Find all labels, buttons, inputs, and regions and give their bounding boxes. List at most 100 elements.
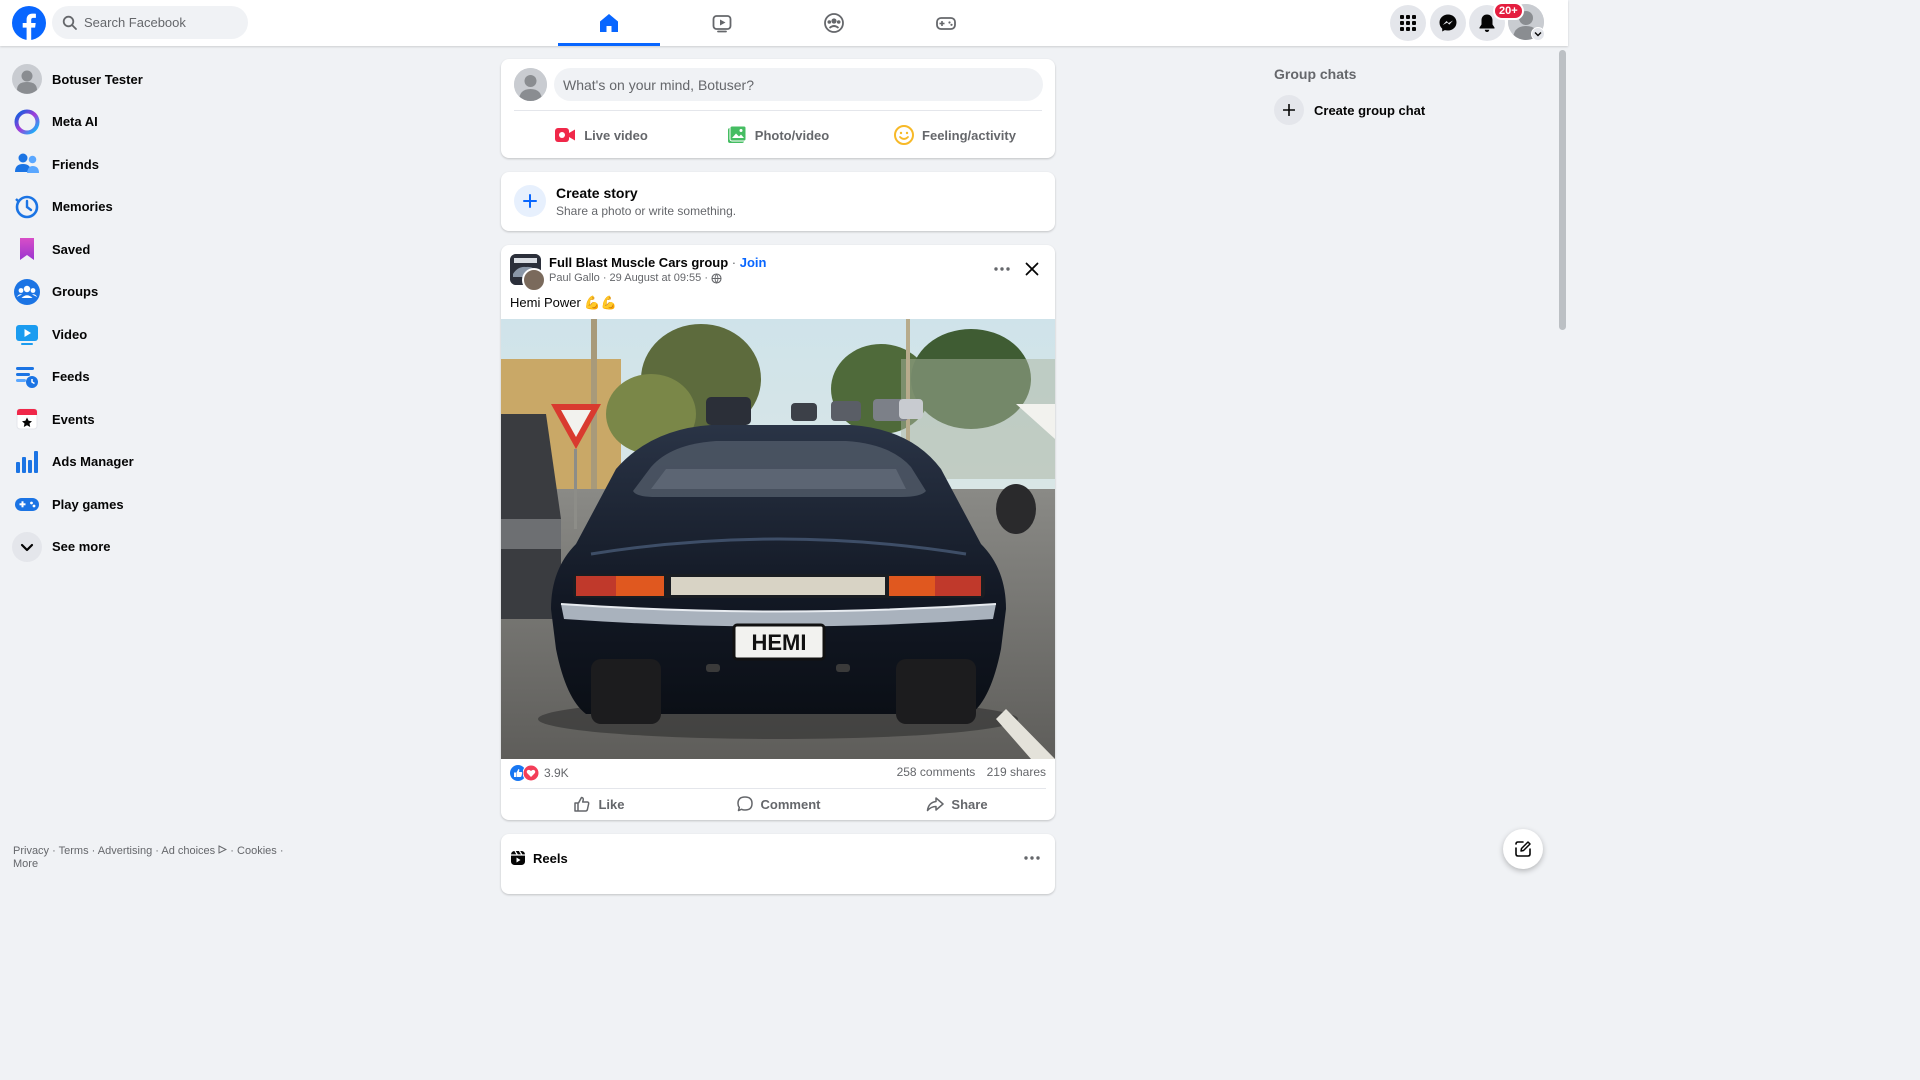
reels-title: Reels <box>533 851 568 866</box>
top-bar: 20+ <box>0 0 1568 46</box>
feeling-activity-button[interactable]: Feeling/activity <box>870 120 1040 150</box>
thumbs-up-icon <box>574 796 590 812</box>
more-horizontal-icon <box>994 267 1010 271</box>
composer-input[interactable] <box>554 68 1043 101</box>
join-group-button[interactable]: Join <box>740 255 767 270</box>
sidebar-item-label: Botuser Tester <box>52 71 143 87</box>
group-chats-heading: Group chats <box>1274 66 1357 82</box>
messenger-icon <box>1439 14 1457 32</box>
sidebar-item-label: Saved <box>52 241 91 257</box>
reels-icon <box>511 850 525 865</box>
composer-divider <box>514 110 1042 111</box>
account-caret[interactable] <box>1531 27 1545 41</box>
photo-icon <box>727 125 747 143</box>
post-header-title: Full Blast Muscle Cars group · Join <box>549 255 766 270</box>
cookies-link[interactable]: Cookies <box>237 845 277 857</box>
more-horizontal-icon <box>1024 856 1040 860</box>
menu-button[interactable] <box>1390 5 1426 41</box>
sidebar-item-label: Meta AI <box>52 114 98 130</box>
sidebar-item-label: Events <box>52 411 95 427</box>
messenger-button[interactable] <box>1430 5 1466 41</box>
create-group-chat-button[interactable]: Create group chat <box>1274 95 1425 125</box>
groups-icon <box>12 277 42 307</box>
search-input[interactable] <box>82 14 236 31</box>
feed-post: Full Blast Muscle Cars group · Join Paul… <box>501 245 1055 820</box>
sidebar-item-meta-ai[interactable]: Meta AI <box>8 101 288 144</box>
video-play-icon <box>12 319 42 349</box>
search-box[interactable] <box>52 6 248 39</box>
muscle-car-photo: HEMI <box>501 319 1055 759</box>
meta-ai-icon <box>12 107 42 137</box>
ad-choices-link[interactable]: Ad choices <box>161 845 215 857</box>
create-group-chat-label: Create group chat <box>1314 102 1426 118</box>
sidebar-item-groups[interactable]: Groups <box>8 271 288 314</box>
tab-groups[interactable] <box>783 0 885 46</box>
close-icon <box>1025 262 1039 276</box>
bookmark-icon <box>12 234 42 264</box>
reactions-summary[interactable]: 3.9K <box>510 765 569 781</box>
separator-dot: · <box>728 255 740 270</box>
video-icon <box>712 15 732 33</box>
sidebar-item-label: Groups <box>52 284 99 300</box>
plus-icon <box>1274 95 1304 125</box>
sidebar-item-label: Play games <box>52 496 124 512</box>
author-avatar[interactable] <box>522 268 546 292</box>
post-timestamp[interactable]: 29 August at 09:55 <box>610 272 702 284</box>
sidebar-item-play-games[interactable]: Play games <box>8 483 288 526</box>
sidebar-item-saved[interactable]: Saved <box>8 228 288 271</box>
engagement-counts: 258 comments 219 shares <box>889 765 1046 779</box>
group-name-link[interactable]: Full Blast Muscle Cars group <box>549 255 728 270</box>
sidebar-item-video[interactable]: Video <box>8 313 288 356</box>
post-meta: Paul Gallo · 29 August at 09:55 · <box>549 272 722 284</box>
tab-home[interactable] <box>558 0 660 46</box>
sidebar-item-ads-manager[interactable]: Ads Manager <box>8 441 288 484</box>
share-button[interactable]: Share <box>868 793 1046 815</box>
group-avatar[interactable] <box>510 254 546 292</box>
friends-icon <box>12 149 42 179</box>
sidebar-item-events[interactable]: Events <box>8 398 288 441</box>
sidebar-item-label: Friends <box>52 156 99 172</box>
create-story-card[interactable]: Create story Share a photo or write some… <box>501 172 1055 231</box>
compose-edit-icon <box>1515 841 1531 857</box>
notification-badge: 20+ <box>1493 2 1524 20</box>
love-reaction-icon <box>523 765 539 781</box>
sidebar-item-friends[interactable]: Friends <box>8 143 288 186</box>
sidebar-item-memories[interactable]: Memories <box>8 186 288 229</box>
ad-choices-icon <box>218 845 228 854</box>
reactions-count: 3.9K <box>544 766 569 780</box>
hide-post-button[interactable] <box>1019 256 1045 282</box>
globe-icon <box>711 272 722 284</box>
more-link[interactable]: More <box>13 858 38 870</box>
tab-video[interactable] <box>671 0 773 46</box>
post-text: Hemi Power 💪💪 <box>510 295 617 310</box>
photo-video-button[interactable]: Photo/video <box>693 120 863 150</box>
comment-icon <box>736 796 753 812</box>
comment-button[interactable]: Comment <box>689 793 867 815</box>
like-button[interactable]: Like <box>510 793 688 815</box>
live-video-button[interactable]: Live video <box>516 120 686 150</box>
post-options-button[interactable] <box>989 256 1015 282</box>
calendar-star-icon <box>12 404 42 434</box>
comments-count[interactable]: 258 comments <box>897 765 976 779</box>
plus-icon <box>514 185 546 217</box>
gamepad-icon <box>12 489 42 519</box>
tab-gaming[interactable] <box>895 0 997 46</box>
sidebar-item-profile[interactable]: Botuser Tester <box>8 58 288 101</box>
composer-avatar[interactable] <box>514 68 547 101</box>
sidebar-item-see-more[interactable]: See more <box>8 526 288 569</box>
sidebar-item-feeds[interactable]: Feeds <box>8 356 288 399</box>
new-message-button[interactable] <box>1503 829 1543 869</box>
chevron-down-icon <box>1534 32 1542 37</box>
chevron-down-icon <box>12 531 42 562</box>
smiley-icon <box>894 125 915 145</box>
scrollbar-thumb[interactable] <box>1559 50 1566 330</box>
post-photo[interactable]: HEMI <box>501 319 1055 759</box>
advertising-link[interactable]: Advertising <box>98 845 152 857</box>
shares-count[interactable]: 219 shares <box>987 765 1046 779</box>
reels-options-button[interactable] <box>1019 845 1045 871</box>
page-scrollbar[interactable] <box>1557 46 1568 882</box>
terms-link[interactable]: Terms <box>59 845 89 857</box>
post-author-link[interactable]: Paul Gallo <box>549 272 600 284</box>
privacy-link[interactable]: Privacy <box>13 845 49 857</box>
facebook-logo-icon[interactable] <box>12 6 46 40</box>
